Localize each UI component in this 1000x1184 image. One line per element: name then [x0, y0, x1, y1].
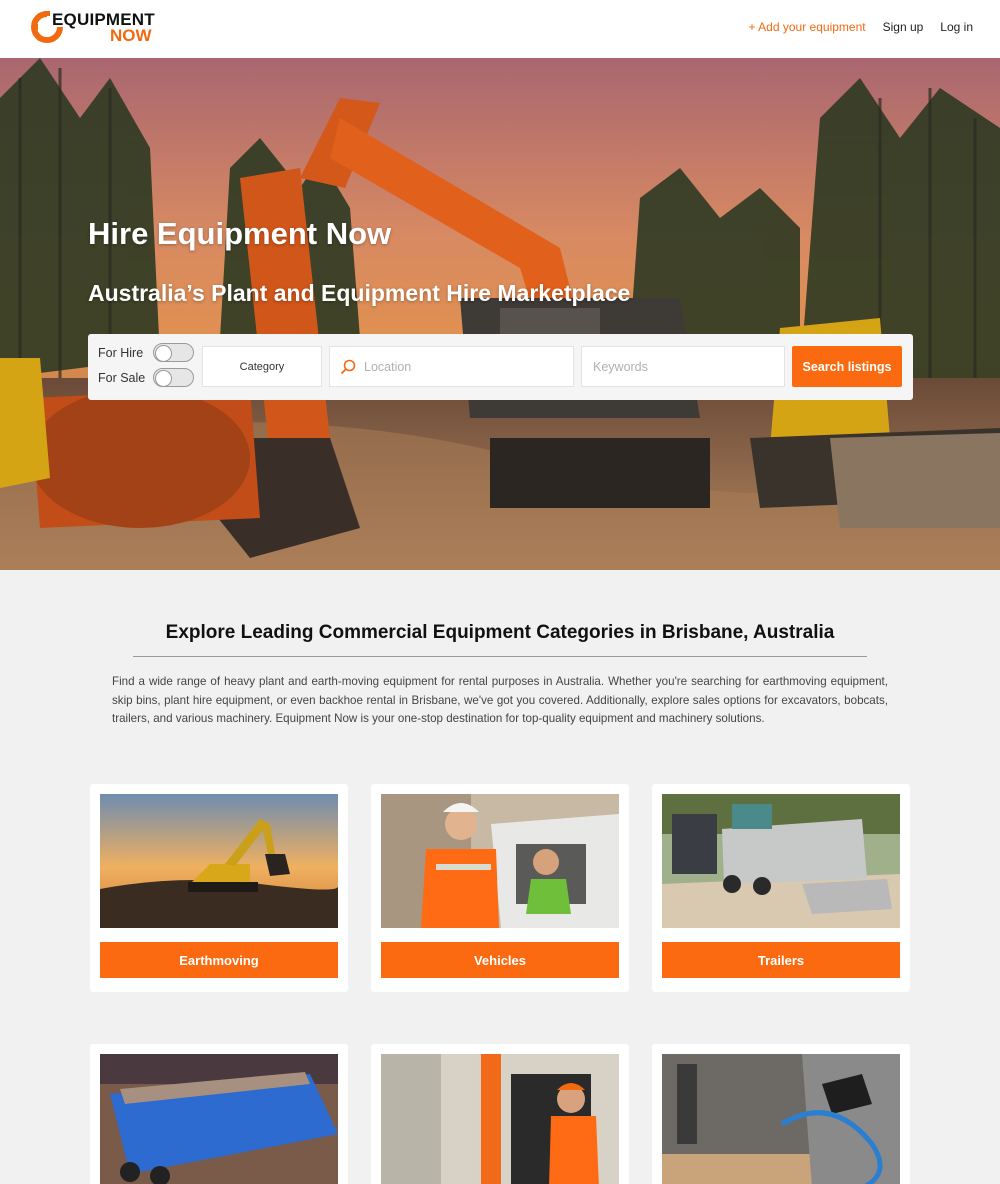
hero-banner: Hire Equipment Now Australia’s Plant and…	[0, 58, 1000, 570]
earthmoving-button[interactable]: Earthmoving	[100, 942, 338, 978]
logo-text-now: NOW	[110, 26, 152, 45]
explore-title: Explore Leading Commercial Equipment Cat…	[165, 622, 835, 643]
signup-link[interactable]: Sign up	[883, 20, 924, 34]
category-select[interactable]: Category	[202, 346, 322, 387]
trailers-button[interactable]: Trailers	[662, 942, 900, 978]
tools-image	[662, 1054, 900, 1184]
search-icon	[340, 359, 356, 375]
for-sale-label: For Sale	[98, 371, 146, 385]
earthmoving-image	[100, 794, 338, 928]
for-sale-row: For Sale	[98, 368, 194, 387]
category-card-earthmoving[interactable]: Earthmoving	[90, 784, 348, 992]
excavator-hero-image	[0, 58, 1000, 570]
vehicles-image	[381, 794, 619, 928]
location-input[interactable]	[364, 359, 573, 374]
for-hire-row: For Hire	[98, 343, 194, 362]
skip-bin-image	[100, 1054, 338, 1184]
explore-description: Find a wide range of heavy plant and ear…	[112, 675, 888, 725]
for-hire-toggle[interactable]	[153, 343, 194, 362]
category-label: Category	[239, 360, 285, 373]
equipment-now-logo[interactable]: EQUIPMENT NOW	[30, 8, 160, 48]
title-divider	[133, 656, 867, 657]
search-listings-button[interactable]: Search listings	[792, 346, 902, 387]
location-field	[329, 346, 574, 387]
category-card-forklifts[interactable]	[371, 1044, 629, 1184]
hero-subtitle: Australia’s Plant and Equipment Hire Mar…	[88, 280, 631, 306]
forklift-image	[381, 1054, 619, 1184]
add-equipment-link[interactable]: + Add your equipment	[749, 20, 866, 34]
keywords-field	[581, 346, 785, 387]
category-card-vehicles[interactable]: Vehicles	[371, 784, 629, 992]
for-sale-toggle[interactable]	[153, 368, 194, 387]
category-card-skip-bins[interactable]	[90, 1044, 348, 1184]
category-card-tools[interactable]	[652, 1044, 910, 1184]
vehicles-button[interactable]: Vehicles	[381, 942, 619, 978]
category-card-trailers[interactable]: Trailers	[652, 784, 910, 992]
hero-title: Hire Equipment Now	[88, 216, 392, 251]
keywords-input[interactable]	[593, 359, 784, 374]
top-nav: + Add your equipment Sign up Log in	[749, 20, 974, 34]
for-hire-label: For Hire	[98, 346, 144, 360]
site-header: EQUIPMENT NOW + Add your equipment Sign …	[0, 0, 1000, 58]
trailers-image	[662, 794, 900, 928]
search-panel: For Hire For Sale Category Search listin…	[88, 334, 913, 400]
login-link[interactable]: Log in	[940, 20, 973, 34]
